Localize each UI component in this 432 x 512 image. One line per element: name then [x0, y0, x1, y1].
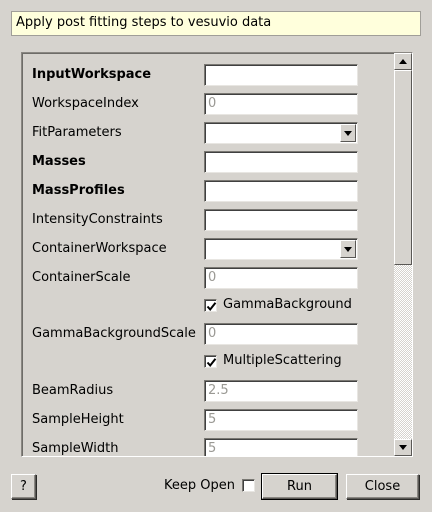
- chevron-down-icon[interactable]: [340, 124, 356, 142]
- properties-panel: InputWorkspace WorkspaceIndex 0 FitParam…: [21, 52, 413, 457]
- property-label: IntensityConstraints: [32, 212, 163, 227]
- multiplescattering-label: MultipleScattering: [223, 353, 342, 368]
- chevron-down-icon[interactable]: [340, 240, 356, 258]
- property-label: ContainerScale: [32, 270, 131, 285]
- property-label: FitParameters: [32, 125, 122, 140]
- property-label: BeamRadius: [32, 383, 114, 398]
- gammabackground-checkbox[interactable]: [204, 299, 217, 312]
- keep-open-checkbox[interactable]: [242, 479, 255, 492]
- containerscale-input[interactable]: 0: [204, 267, 358, 289]
- gammabackgroundscale-input[interactable]: 0: [204, 323, 358, 345]
- property-row-workspaceindex: WorkspaceIndex 0: [32, 93, 392, 115]
- property-label: ContainerWorkspace: [32, 241, 167, 256]
- property-row-beamradius: BeamRadius 2.5: [32, 380, 392, 402]
- massprofiles-input[interactable]: [204, 180, 358, 202]
- property-row-containerworkspace: ContainerWorkspace: [32, 238, 392, 260]
- property-label: Masses: [32, 154, 86, 169]
- beamradius-input[interactable]: 2.5: [204, 380, 358, 402]
- property-label: GammaBackgroundScale: [32, 326, 196, 341]
- workspaceindex-input[interactable]: 0: [204, 93, 358, 115]
- property-label: MassProfiles: [32, 183, 125, 198]
- inputworkspace-input[interactable]: [204, 64, 358, 86]
- fitparameters-select[interactable]: [204, 122, 358, 144]
- multiplescattering-checkbox[interactable]: [204, 355, 217, 368]
- keep-open-label: Keep Open: [164, 478, 235, 493]
- gammabackground-label: GammaBackground: [223, 297, 352, 312]
- property-row-masses: Masses: [32, 151, 392, 173]
- check-icon: [206, 358, 217, 368]
- run-button[interactable]: Run: [261, 473, 338, 500]
- property-row-fitparameters: FitParameters: [32, 122, 392, 144]
- property-label: SampleHeight: [32, 412, 124, 427]
- check-icon: [206, 302, 217, 312]
- property-row-samplewidth: SampleWidth 5: [32, 438, 392, 456]
- close-button[interactable]: Close: [346, 474, 419, 499]
- masses-input[interactable]: [204, 151, 358, 173]
- property-row-containerscale: ContainerScale 0: [32, 267, 392, 289]
- intensityconstraints-input[interactable]: [204, 209, 358, 231]
- property-label: InputWorkspace: [32, 67, 152, 82]
- property-label: WorkspaceIndex: [32, 96, 139, 111]
- help-button[interactable]: ?: [11, 474, 36, 499]
- scrollbar-thumb[interactable]: [394, 70, 412, 265]
- property-row-intensityconstraints: IntensityConstraints: [32, 209, 392, 231]
- properties-scroll-area: InputWorkspace WorkspaceIndex 0 FitParam…: [22, 53, 394, 456]
- arrow-down-icon[interactable]: [394, 439, 412, 456]
- sampleheight-input[interactable]: 5: [204, 409, 358, 431]
- property-label: SampleWidth: [32, 441, 119, 456]
- algorithm-description: Apply post fitting steps to vesuvio data: [11, 11, 421, 36]
- property-row-sampleheight: SampleHeight 5: [32, 409, 392, 431]
- arrow-up-icon[interactable]: [394, 53, 412, 70]
- property-row-massprofiles: MassProfiles: [32, 180, 392, 202]
- property-row-inputworkspace: InputWorkspace: [32, 64, 392, 86]
- vertical-scrollbar[interactable]: [394, 53, 412, 456]
- samplewidth-input[interactable]: 5: [204, 438, 358, 456]
- containerworkspace-select[interactable]: [204, 238, 358, 260]
- property-row-gammabackgroundscale: GammaBackgroundScale 0: [32, 323, 392, 345]
